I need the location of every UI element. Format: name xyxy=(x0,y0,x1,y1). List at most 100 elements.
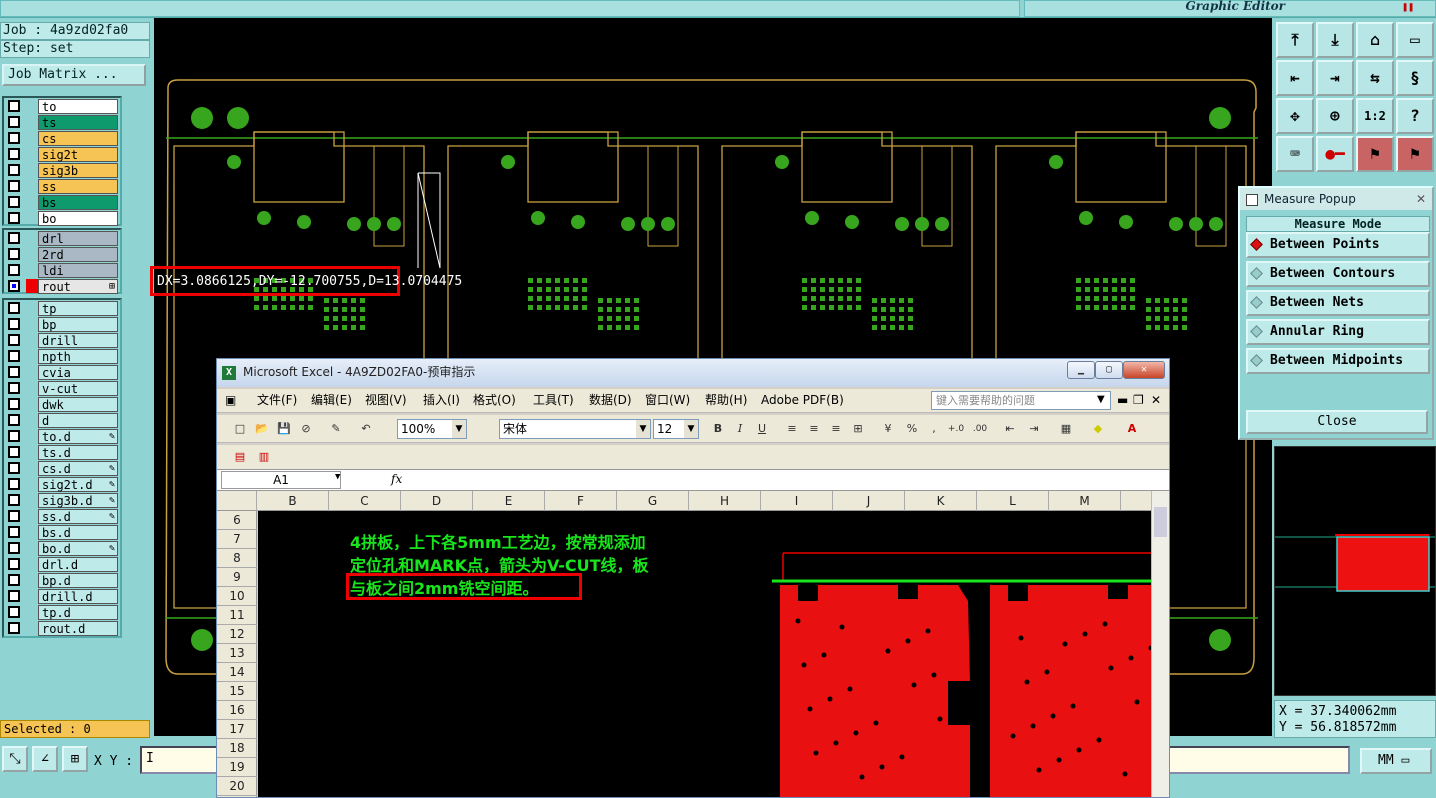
layer-row[interactable]: bp xyxy=(4,316,120,332)
close-button[interactable]: Close xyxy=(1246,410,1428,434)
layer-checkbox[interactable] xyxy=(8,430,20,442)
layer-checkbox[interactable] xyxy=(8,622,20,634)
pdf-convert-icon[interactable]: ▤ xyxy=(231,448,249,466)
layer-row[interactable]: ss xyxy=(4,178,120,194)
pause-icon[interactable]: ❚❚ xyxy=(1402,2,1414,13)
fx-icon[interactable]: fx xyxy=(391,472,402,486)
layer-checkbox[interactable] xyxy=(8,574,20,586)
help-search-input[interactable]: 键入需要帮助的问题 xyxy=(931,391,1111,410)
column-header[interactable]: L xyxy=(977,491,1049,511)
layer-row[interactable]: cs xyxy=(4,130,120,146)
increase-decimal-icon[interactable]: +.0 xyxy=(947,420,965,438)
layer-checkbox[interactable] xyxy=(8,116,20,128)
align-center-icon[interactable]: ≡ xyxy=(805,420,823,438)
row-header[interactable]: 15 xyxy=(217,682,257,701)
maximize-icon[interactable]: ▢ xyxy=(1095,361,1123,379)
row-header[interactable]: 6 xyxy=(217,511,257,530)
layer-checkbox[interactable] xyxy=(8,180,20,192)
layer-checkbox[interactable] xyxy=(8,382,20,394)
layer-row[interactable]: cs.d ✎ xyxy=(4,460,120,476)
column-header[interactable]: D xyxy=(401,491,473,511)
menu-item[interactable]: 文件(F) xyxy=(257,389,297,411)
column-header[interactable]: H xyxy=(689,491,761,511)
layer-checkbox[interactable] xyxy=(8,366,20,378)
row-header[interactable]: 20 xyxy=(217,777,257,796)
layer-checkbox[interactable] xyxy=(8,590,20,602)
layer-row[interactable]: bs.d xyxy=(4,524,120,540)
layer-row[interactable]: d xyxy=(4,412,120,428)
center-icon[interactable]: ⊕ xyxy=(1316,98,1354,134)
row-header[interactable]: 13 xyxy=(217,644,257,663)
layer-checkbox[interactable] xyxy=(8,542,20,554)
fill-color-icon[interactable]: ◆ xyxy=(1089,420,1107,438)
row-header[interactable]: 14 xyxy=(217,663,257,682)
font-color-icon[interactable]: A xyxy=(1123,420,1141,438)
traffic-light-alt-icon[interactable]: ⚑ xyxy=(1396,136,1434,172)
undo-icon[interactable]: ↶ xyxy=(357,420,375,438)
indent-icon[interactable]: ⇥ xyxy=(1025,420,1043,438)
layer-row[interactable]: ss.d ✎ xyxy=(4,508,120,524)
excel-title-bar[interactable]: Microsoft Excel - 4A9ZD02FA0-预审指示 xyxy=(217,359,1169,387)
select-all-corner[interactable] xyxy=(217,491,257,511)
layer-checkbox[interactable] xyxy=(8,212,20,224)
column-header[interactable]: J xyxy=(833,491,905,511)
layer-row[interactable]: bo.d ✎ xyxy=(4,540,120,556)
bold-icon[interactable]: B xyxy=(709,420,727,438)
snap-icon[interactable]: ⤡ xyxy=(2,746,28,772)
key-icon[interactable]: ●━ xyxy=(1316,136,1354,172)
font-select[interactable]: 宋体 ▼ xyxy=(499,419,651,439)
layer-row[interactable]: rout ⊞ xyxy=(4,278,120,294)
pdf-email-icon[interactable]: ▥ xyxy=(255,448,273,466)
measure-option[interactable]: Annular Ring xyxy=(1246,319,1430,345)
layer-row[interactable]: npth xyxy=(4,348,120,364)
vertical-scrollbar[interactable] xyxy=(1151,491,1169,797)
row-header[interactable]: 9 xyxy=(217,568,257,587)
column-header[interactable]: C xyxy=(329,491,401,511)
row-header[interactable]: 8 xyxy=(217,549,257,568)
layer-row[interactable]: cvia xyxy=(4,364,120,380)
layer-checkbox[interactable] xyxy=(8,414,20,426)
layer-row[interactable]: sig2t xyxy=(4,146,120,162)
name-box[interactable]: A1 xyxy=(221,471,341,489)
underline-icon[interactable]: U xyxy=(753,420,771,438)
layer-row[interactable]: sig3b xyxy=(4,162,120,178)
unit-selector[interactable]: MM ▭ xyxy=(1360,748,1432,774)
percent-icon[interactable]: % xyxy=(903,420,921,438)
format-painter-icon[interactable]: ✎ xyxy=(327,420,345,438)
layer-checkbox[interactable] xyxy=(8,510,20,522)
layer-row[interactable]: ldi xyxy=(4,262,120,278)
menu-item[interactable]: Adobe PDF(B) xyxy=(761,389,844,411)
column-header[interactable]: E xyxy=(473,491,545,511)
layer-row[interactable]: drl xyxy=(4,230,120,246)
borders-icon[interactable]: ▦ xyxy=(1057,420,1075,438)
layer-row[interactable]: 2rd xyxy=(4,246,120,262)
minimap[interactable] xyxy=(1274,446,1436,696)
measure-option[interactable]: Between Points xyxy=(1246,232,1430,258)
grid-icon[interactable]: ⊞ xyxy=(62,746,88,772)
layer-row[interactable]: tp.d xyxy=(4,604,120,620)
sheet-icon[interactable]: ▣ xyxy=(225,389,236,411)
align-left-icon[interactable]: ≡ xyxy=(783,420,801,438)
layer-checkbox[interactable] xyxy=(8,148,20,160)
layer-checkbox[interactable] xyxy=(8,100,20,112)
ruler-icon[interactable]: ⌨ xyxy=(1276,136,1314,172)
row-header[interactable]: 7 xyxy=(217,530,257,549)
layer-checkbox[interactable] xyxy=(8,164,20,176)
layer-row[interactable]: sig3b.d ✎ xyxy=(4,492,120,508)
layer-row[interactable]: to.d ✎ xyxy=(4,428,120,444)
layer-row[interactable]: drill xyxy=(4,332,120,348)
layer-row[interactable]: v-cut xyxy=(4,380,120,396)
new-file-icon[interactable]: □ xyxy=(231,420,249,438)
layer-row[interactable]: drl.d xyxy=(4,556,120,572)
layer-row[interactable]: dwk xyxy=(4,396,120,412)
traffic-light-icon[interactable]: ⚑ xyxy=(1356,136,1394,172)
menu-item[interactable]: 插入(I) xyxy=(423,389,460,411)
column-header[interactable]: G xyxy=(617,491,689,511)
push-down-icon[interactable]: ⤓ xyxy=(1316,22,1354,58)
help-dropdown-icon[interactable]: ▼ xyxy=(1097,389,1105,411)
measure-option[interactable]: Between Nets xyxy=(1246,290,1430,316)
row-header[interactable]: 11 xyxy=(217,606,257,625)
angle-icon[interactable]: ∠ xyxy=(32,746,58,772)
column-header[interactable]: K xyxy=(905,491,977,511)
layer-checkbox[interactable] xyxy=(8,302,20,314)
